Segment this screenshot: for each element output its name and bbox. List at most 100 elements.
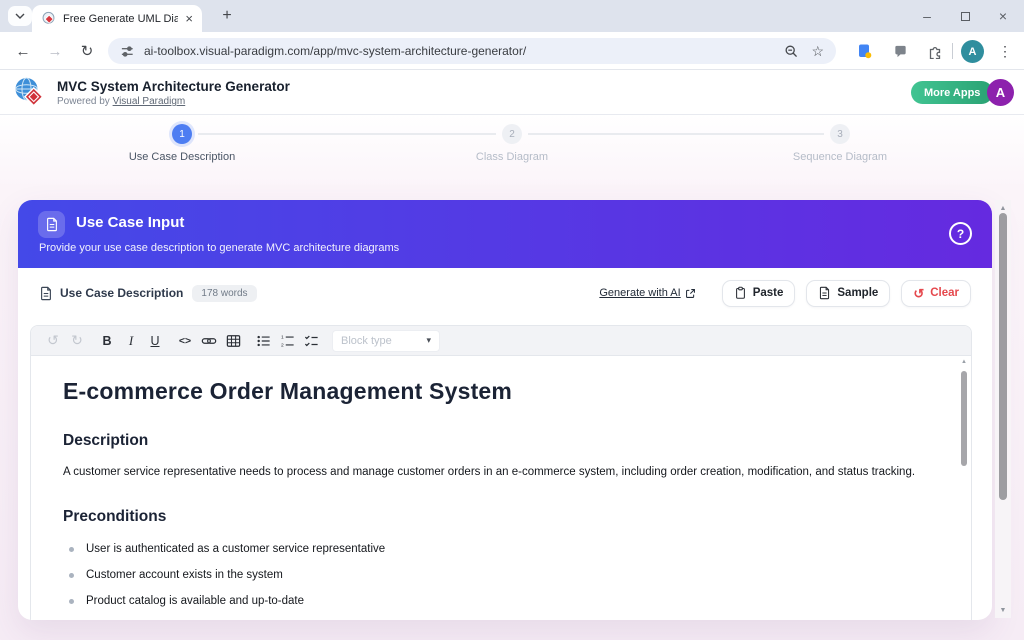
browser-navbar: ← → ↻ ai-toolbox.visual-paradigm.com/app…: [0, 32, 1024, 70]
list-item: Customer account exists in the system: [63, 569, 931, 581]
address-bar[interactable]: ai-toolbox.visual-paradigm.com/app/mvc-s…: [108, 38, 836, 64]
redo-button[interactable]: ↻: [65, 330, 89, 352]
code-button[interactable]: <>: [173, 330, 197, 352]
paste-button[interactable]: Paste: [722, 280, 796, 307]
bullet-list-button[interactable]: [251, 330, 275, 352]
description-doc-icon: [39, 286, 53, 301]
step-2-circle[interactable]: 2: [502, 124, 522, 144]
list-item: Product catalog is available and up-to-d…: [63, 595, 931, 607]
forward-button[interactable]: →: [42, 39, 68, 63]
scroll-down-icon[interactable]: ▼: [995, 604, 1011, 616]
use-case-banner: Use Case Input Provide your use case des…: [18, 200, 992, 268]
step-connector-1: [198, 133, 496, 135]
numbered-list-icon: 12: [280, 334, 295, 348]
bullet-list-icon: [256, 334, 271, 348]
step-1-label[interactable]: Use Case Description: [72, 151, 292, 163]
extensions-puzzle-icon[interactable]: [922, 40, 946, 62]
window-controls: – ×: [908, 0, 1022, 32]
doc-preconditions-list: User is authenticated as a customer serv…: [63, 543, 931, 607]
sample-label: Sample: [837, 287, 878, 299]
dropdown-caret-icon: ▾: [426, 335, 431, 346]
svg-text:1: 1: [280, 334, 283, 340]
visual-paradigm-logo: [12, 75, 48, 111]
more-apps-button[interactable]: More Apps: [911, 81, 993, 104]
list-item: User is authenticated as a customer serv…: [63, 543, 931, 555]
paste-label: Paste: [753, 287, 784, 299]
generate-with-ai-link[interactable]: Generate with AI: [599, 287, 695, 299]
doc-description-heading: Description: [63, 432, 931, 450]
help-button[interactable]: ?: [949, 222, 972, 245]
step-1-circle[interactable]: 1: [172, 124, 192, 144]
link-button[interactable]: [197, 330, 221, 352]
powered-by: Powered by Visual Paradigm: [57, 96, 185, 107]
page-scrollbar-thumb[interactable]: [999, 213, 1007, 500]
url-text: ai-toolbox.visual-paradigm.com/app/mvc-s…: [144, 44, 775, 58]
extension-icon-chat[interactable]: [888, 40, 912, 62]
scroll-up-icon[interactable]: ▲: [959, 357, 969, 367]
minimize-button[interactable]: –: [908, 0, 946, 32]
clear-button[interactable]: ↺ Clear: [901, 280, 971, 307]
rich-text-editor: ↺ ↻ B I U <>: [30, 325, 972, 620]
document-icon: [45, 217, 59, 232]
app-header: MVC System Architecture Generator Powere…: [0, 71, 1024, 115]
step-2-label: Class Diagram: [402, 151, 622, 163]
reload-button[interactable]: ↻: [74, 39, 100, 63]
editor-scrollbar-thumb[interactable]: [961, 371, 967, 466]
table-button[interactable]: [221, 330, 245, 352]
doc-description-text: A customer service representative needs …: [63, 464, 931, 481]
doc-preconditions-heading: Preconditions: [63, 508, 931, 526]
editor-toolbar: ↺ ↻ B I U <>: [31, 326, 971, 356]
underline-button[interactable]: U: [143, 330, 167, 352]
step-3-circle[interactable]: 3: [830, 124, 850, 144]
clear-reset-icon: ↺: [913, 287, 924, 300]
new-tab-button[interactable]: +: [214, 4, 240, 28]
sample-doc-icon: [818, 286, 831, 300]
user-avatar[interactable]: A: [987, 79, 1014, 106]
doc-title: E-commerce Order Management System: [63, 378, 931, 405]
use-case-card: Use Case Input Provide your use case des…: [18, 200, 992, 620]
close-window-button[interactable]: ×: [984, 0, 1022, 32]
section-label: Use Case Description: [60, 286, 183, 300]
generate-with-ai-label: Generate with AI: [599, 287, 680, 299]
powered-by-prefix: Powered by: [57, 96, 113, 107]
app-title: MVC System Architecture Generator: [57, 79, 290, 94]
tab-title: Free Generate UML Diagrams -: [63, 13, 178, 25]
browser-profile-avatar[interactable]: A: [961, 40, 984, 63]
tab-search-button[interactable]: [8, 6, 32, 26]
block-type-placeholder: Block type: [341, 335, 426, 347]
italic-button[interactable]: I: [119, 330, 143, 352]
visual-paradigm-link[interactable]: Visual Paradigm: [113, 96, 186, 107]
page-scrollbar[interactable]: ▲ ▼: [995, 200, 1011, 618]
browser-tab[interactable]: Free Generate UML Diagrams - ×: [32, 5, 202, 32]
step-3-label: Sequence Diagram: [730, 151, 950, 163]
editor-content[interactable]: E-commerce Order Management System Descr…: [31, 356, 971, 607]
numbered-list-button[interactable]: 12: [275, 330, 299, 352]
link-icon: [201, 333, 217, 349]
check-list-icon: [304, 334, 319, 348]
clear-label: Clear: [930, 287, 959, 299]
browser-menu-icon[interactable]: ⋮: [994, 40, 1016, 62]
maximize-button[interactable]: [946, 0, 984, 32]
editor-actions-row: Use Case Description 178 words Generate …: [18, 268, 992, 318]
undo-button[interactable]: ↺: [41, 330, 65, 352]
back-button[interactable]: ←: [10, 39, 36, 63]
zoom-out-icon[interactable]: [784, 44, 799, 59]
check-list-button[interactable]: [299, 330, 323, 352]
bookmark-star-icon[interactable]: ☆: [811, 44, 824, 58]
site-favicon: [41, 11, 56, 26]
sample-button[interactable]: Sample: [806, 280, 890, 307]
banner-title: Use Case Input: [76, 214, 184, 231]
extension-icon-docs[interactable]: [852, 40, 876, 62]
paste-clipboard-icon: [734, 286, 747, 300]
editor-scrollbar[interactable]: ▲: [959, 357, 969, 615]
table-icon: [226, 334, 241, 348]
document-icon-chip: [38, 211, 65, 238]
toolbar-divider: [952, 43, 953, 59]
tab-close-icon[interactable]: ×: [185, 12, 193, 25]
bold-button[interactable]: B: [95, 330, 119, 352]
block-type-dropdown[interactable]: Block type ▾: [332, 330, 440, 352]
browser-tab-strip: Free Generate UML Diagrams - × + – ×: [0, 0, 1024, 32]
step-connector-2: [528, 133, 824, 135]
site-settings-icon: [120, 44, 135, 59]
banner-subtitle: Provide your use case description to gen…: [39, 242, 399, 254]
